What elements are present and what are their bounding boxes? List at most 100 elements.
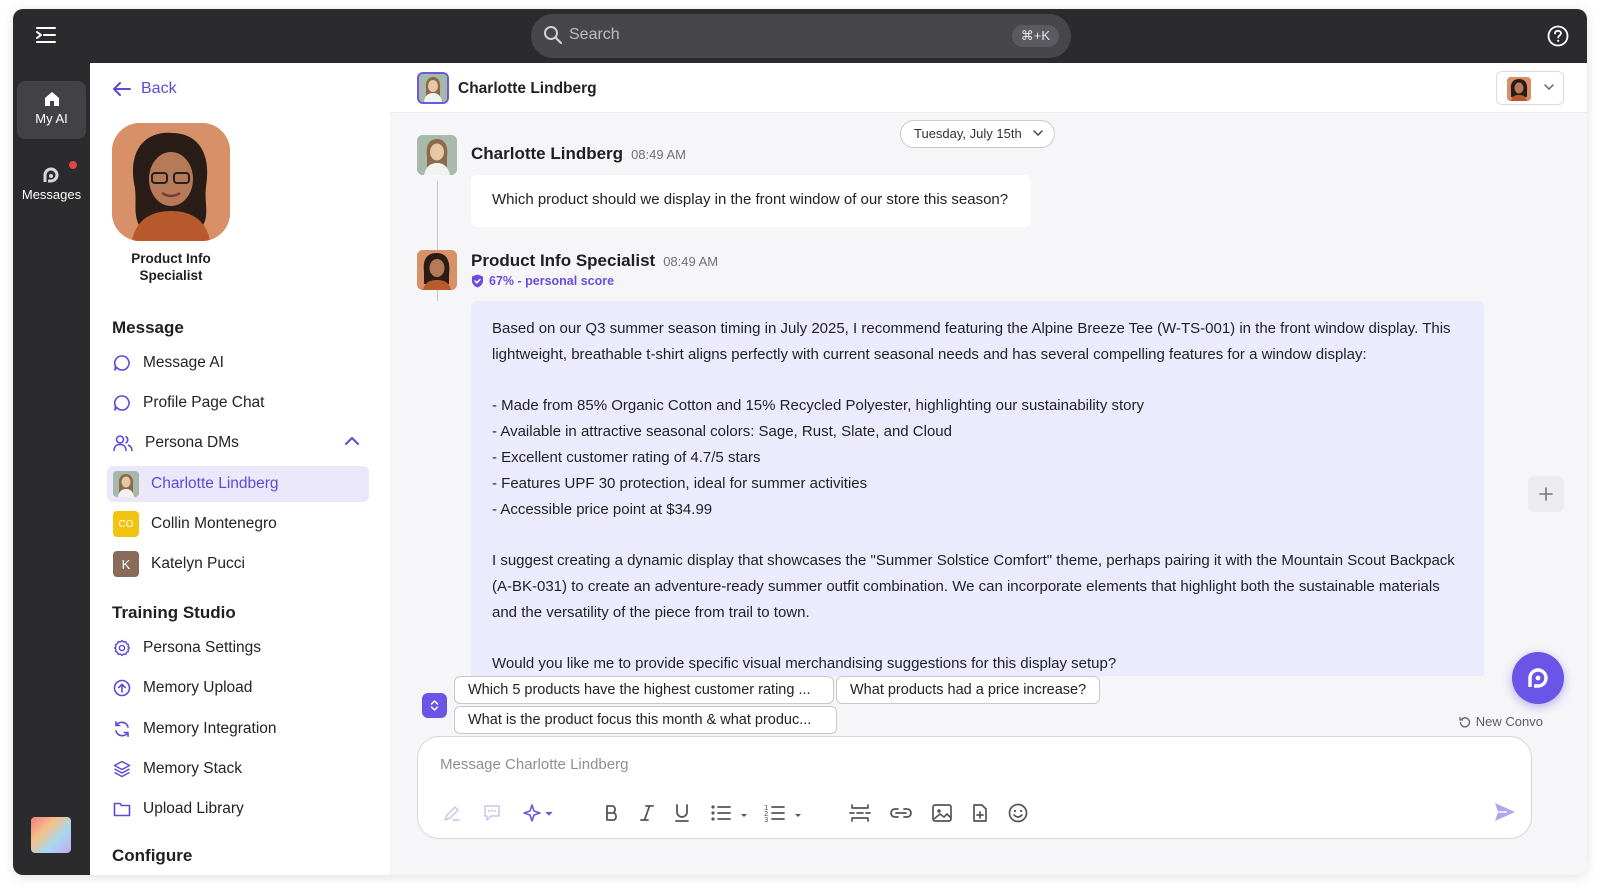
chat-bubble-icon	[113, 395, 130, 411]
message-paragraph: Would you like me to provide specific vi…	[492, 655, 1117, 673]
nav-label: Katelyn Pucci	[151, 555, 245, 572]
message-bullet: - Made from 85% Organic Cotton and 15% R…	[492, 397, 1144, 415]
menu-toggle-icon[interactable]	[35, 25, 59, 47]
message-bullet: - Accessible price point at $34.99	[492, 500, 713, 518]
sender-name: Product Info Specialist	[471, 251, 656, 270]
assistant-fab-button[interactable]	[1512, 652, 1564, 704]
nav-item-persona-settings[interactable]: Persona Settings	[107, 630, 369, 666]
arrow-left-icon	[113, 82, 131, 96]
search-icon	[544, 26, 563, 45]
plus-icon	[1539, 487, 1553, 501]
avatar	[113, 471, 139, 497]
search-bar[interactable]: Search ⌘+K	[531, 14, 1071, 58]
new-convo-button[interactable]: New Convo	[1459, 714, 1543, 729]
avatar-initials: K	[113, 551, 139, 577]
nav-label: Charlotte Lindberg	[151, 475, 279, 492]
help-icon[interactable]	[1547, 25, 1569, 47]
upload-circle-icon	[113, 679, 131, 697]
image-icon[interactable]	[931, 803, 953, 823]
nav-item-profile-page-chat[interactable]: Profile Page Chat	[107, 385, 369, 421]
message-header: Product Info Specialist 08:49 AM	[471, 251, 718, 271]
personal-score-badge: 67% - personal score	[471, 274, 614, 288]
sender-avatar	[417, 250, 457, 290]
persona-sidebar: Back Product Info Specialist Message Mes…	[90, 63, 390, 875]
message-bullet: - Excellent customer rating of 4.7/5 sta…	[492, 448, 761, 466]
nav-item-memory-integration[interactable]: Memory Integration	[107, 711, 369, 747]
persona-switcher[interactable]	[1496, 71, 1564, 105]
chat-panel: Charlotte Lindberg Tuesday, July 15th Ch…	[390, 63, 1587, 875]
add-button[interactable]	[1528, 476, 1564, 512]
rail-item-label: My AI	[35, 111, 68, 126]
chevron-down-icon	[1544, 84, 1554, 90]
ai-sparkle-icon[interactable]	[522, 803, 556, 823]
users-icon	[113, 435, 133, 452]
section-title-training-studio: Training Studio	[112, 603, 236, 622]
suggestion-chip[interactable]: What products had a price increase?	[836, 676, 1101, 704]
suggestions-toggle[interactable]	[422, 693, 447, 718]
message-composer[interactable]: Message Charlotte Lindberg 123	[417, 736, 1532, 839]
suggestion-chip[interactable]: Which 5 products have the highest custom…	[454, 676, 834, 704]
sender-avatar	[417, 135, 457, 175]
search-shortcut-badge: ⌘+K	[1011, 25, 1059, 47]
nav-label: Memory Integration	[143, 720, 277, 737]
numbered-list-icon[interactable]: 123	[764, 803, 806, 823]
nav-label: Memory Stack	[143, 760, 243, 777]
search-input[interactable]: Search	[569, 26, 620, 44]
back-button[interactable]: Back	[113, 80, 177, 98]
rail-item-label: Messages	[21, 187, 82, 202]
notification-dot	[69, 161, 77, 169]
bold-icon[interactable]	[604, 803, 620, 823]
file-add-icon[interactable]	[971, 803, 989, 823]
section-title-message: Message	[112, 318, 184, 337]
message-input[interactable]: Message Charlotte Lindberg	[440, 756, 628, 773]
dm-item-katelyn-pucci[interactable]: K Katelyn Pucci	[107, 546, 369, 582]
message-timestamp: 08:49 AM	[631, 147, 686, 162]
nav-label: Persona Settings	[143, 639, 262, 656]
score-text: 67% - personal score	[489, 274, 615, 288]
message-timestamp: 08:49 AM	[663, 254, 719, 269]
link-icon[interactable]	[888, 803, 914, 823]
chevron-up-icon[interactable]	[345, 436, 359, 445]
date-selector[interactable]: Tuesday, July 15th	[900, 120, 1055, 148]
messages-icon	[1528, 668, 1548, 688]
pen-sparkle-icon[interactable]	[442, 803, 462, 823]
chat-bubble-icon	[113, 355, 130, 371]
message-bullet: - Available in attractive seasonal color…	[492, 423, 952, 441]
undo-icon	[1459, 716, 1470, 727]
dm-item-charlotte-lindberg[interactable]: Charlotte Lindberg	[107, 466, 369, 502]
emoji-icon[interactable]	[1007, 803, 1029, 823]
suggestion-chip[interactable]: What is the product focus this month & w…	[454, 706, 837, 734]
app-logo[interactable]	[31, 817, 71, 853]
chat-header-title: Charlotte Lindberg	[458, 80, 597, 97]
nav-item-memory-upload[interactable]: Memory Upload	[107, 670, 369, 706]
nav-item-upload-library[interactable]: Upload Library	[107, 791, 369, 827]
nav-item-persona-dms[interactable]: Persona DMs	[107, 425, 369, 461]
chevron-up-down-icon	[430, 700, 439, 711]
chat-header: Charlotte Lindberg	[390, 63, 1587, 113]
italic-icon[interactable]	[639, 803, 655, 823]
bullet-list-icon[interactable]	[710, 803, 752, 823]
chat-dots-icon[interactable]	[482, 803, 502, 823]
nav-item-message-ai[interactable]: Message AI	[107, 345, 369, 381]
gear-icon	[113, 639, 131, 657]
nav-label: Profile Page Chat	[143, 394, 265, 411]
dm-item-collin-montenegro[interactable]: CO Collin Montenegro	[107, 506, 369, 542]
persona-avatar	[112, 123, 230, 241]
nav-item-memory-stack[interactable]: Memory Stack	[107, 751, 369, 787]
new-convo-label: New Convo	[1475, 714, 1543, 729]
chevron-down-icon	[1032, 130, 1043, 136]
rail-item-my-ai[interactable]: My AI	[17, 81, 86, 139]
avatar-initials: CO	[113, 511, 139, 537]
message-header: Charlotte Lindberg 08:49 AM	[471, 144, 686, 164]
ai-message-bubble: Based on our Q3 summer season timing in …	[471, 301, 1484, 676]
folder-icon	[113, 802, 131, 817]
nav-label: Persona DMs	[145, 434, 239, 451]
underline-icon[interactable]	[673, 803, 691, 823]
user-message-bubble: Which product should we display in the f…	[471, 175, 1031, 227]
back-label: Back	[141, 80, 177, 97]
page-break-icon[interactable]	[849, 803, 871, 823]
refresh-icon	[115, 721, 129, 737]
nav-label: Collin Montenegro	[151, 515, 277, 532]
send-icon[interactable]	[1493, 801, 1517, 823]
svg-text:3: 3	[764, 816, 768, 823]
